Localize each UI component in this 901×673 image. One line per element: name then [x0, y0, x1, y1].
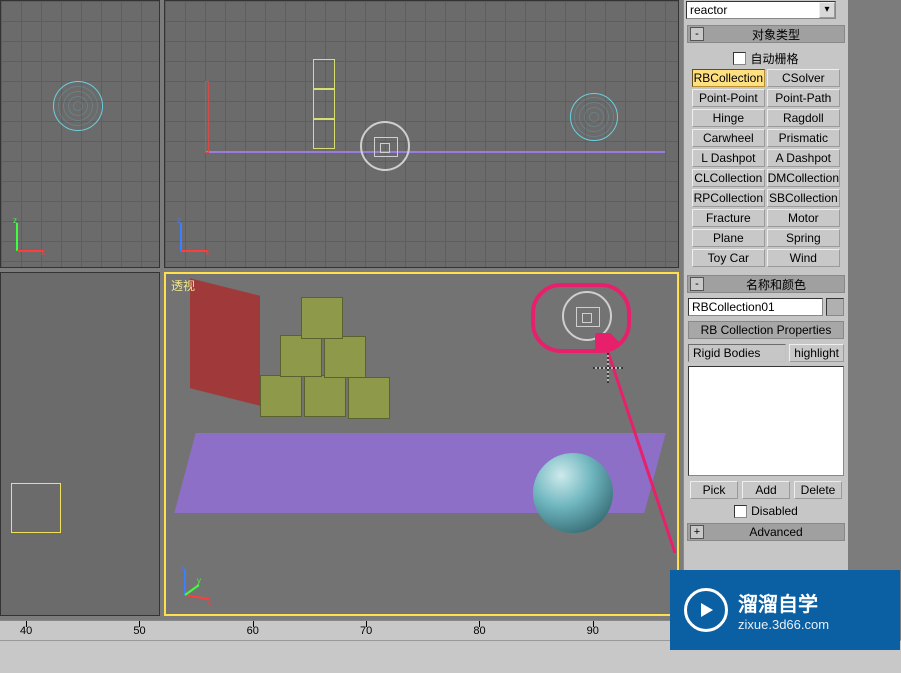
svg-text:y: y: [197, 576, 201, 585]
rollout-title: 对象类型: [708, 26, 844, 43]
object-type-button[interactable]: Spring: [767, 229, 840, 247]
svg-text:x: x: [205, 248, 209, 257]
object-type-button[interactable]: Fracture: [692, 209, 765, 227]
disabled-label: Disabled: [751, 504, 798, 518]
minus-icon: -: [690, 277, 704, 291]
svg-text:x: x: [41, 248, 45, 257]
svg-text:z: z: [13, 217, 17, 225]
object-type-button[interactable]: Point-Path: [767, 89, 840, 107]
object-type-button[interactable]: CSolver: [767, 69, 840, 87]
object-type-button[interactable]: Toy Car: [692, 249, 765, 267]
ruler-tick: 90: [587, 625, 599, 637]
watermark-overlay: 溜溜自学 zixue.3d66.com: [670, 570, 900, 650]
wireframe-box: [313, 59, 335, 89]
viewport-top-right[interactable]: z x: [164, 0, 679, 268]
object-type-button[interactable]: RBCollection: [692, 69, 765, 87]
viewport-perspective[interactable]: 透视: [164, 272, 679, 616]
rollout-object-type-body: 自动栅格 RBCollectionCSolverPoint-PointPoint…: [684, 46, 848, 272]
object-type-button[interactable]: Wind: [767, 249, 840, 267]
pick-button[interactable]: Pick: [690, 481, 738, 499]
reactor-helper-icon: [360, 121, 410, 171]
wireframe-selection: [11, 483, 61, 533]
scene-box: [324, 336, 366, 378]
object-type-button[interactable]: Motor: [767, 209, 840, 227]
highlight-button[interactable]: highlight: [789, 344, 844, 362]
ruler-tick: 70: [360, 625, 372, 637]
minus-icon: -: [690, 27, 704, 41]
wireframe-sphere: [53, 81, 103, 131]
object-type-button[interactable]: Plane: [692, 229, 765, 247]
object-type-button[interactable]: Carwheel: [692, 129, 765, 147]
wireframe-box: [313, 89, 335, 119]
object-type-button[interactable]: SBCollection: [767, 189, 840, 207]
scene-box: [348, 377, 390, 419]
helper-category-dropdown[interactable]: reactor ▾: [686, 1, 836, 19]
ruler-tick: 60: [247, 625, 259, 637]
dropdown-value: reactor: [690, 3, 727, 17]
rollout-advanced[interactable]: + Advanced: [687, 523, 845, 541]
object-type-button[interactable]: CLCollection: [692, 169, 765, 187]
scene-box: [260, 375, 302, 417]
command-panel: reactor ▾ - 对象类型 自动栅格 RBCollectionCSolve…: [683, 0, 848, 616]
rigid-bodies-label: Rigid Bodies: [688, 344, 786, 362]
object-type-button[interactable]: DMCollection: [767, 169, 840, 187]
ruler-tick: 50: [133, 625, 145, 637]
wireframe-wall: [205, 81, 209, 153]
object-type-button[interactable]: Prismatic: [767, 129, 840, 147]
scene-box: [301, 297, 343, 339]
object-type-button[interactable]: A Dashpot: [767, 149, 840, 167]
scene-box: [304, 375, 346, 417]
ruler-tick: 40: [20, 625, 32, 637]
rollout-object-type[interactable]: - 对象类型: [687, 25, 845, 43]
cursor-precision: [593, 353, 623, 383]
delete-button[interactable]: Delete: [794, 481, 842, 499]
object-type-button[interactable]: RPCollection: [692, 189, 765, 207]
wireframe-box: [313, 119, 335, 149]
object-type-button[interactable]: Ragdoll: [767, 109, 840, 127]
svg-text:z: z: [177, 217, 181, 225]
rigid-bodies-listbox[interactable]: [688, 366, 844, 476]
svg-text:z: z: [181, 565, 185, 571]
object-type-button[interactable]: Hinge: [692, 109, 765, 127]
rb-properties-bar[interactable]: RB Collection Properties: [688, 321, 844, 339]
rollout-title: 名称和颜色: [708, 276, 844, 293]
color-swatch[interactable]: [826, 298, 844, 316]
rollout-name-color[interactable]: - 名称和颜色: [687, 275, 845, 293]
watermark-title: 溜溜自学: [738, 588, 829, 617]
object-name-input[interactable]: RBCollection01: [688, 298, 823, 316]
wireframe-plane: [205, 151, 665, 153]
play-icon: [684, 588, 728, 632]
axis-gizmo: z x: [175, 217, 215, 257]
rollout-title: Advanced: [708, 525, 844, 539]
scene-box: [280, 335, 322, 377]
object-type-button[interactable]: L Dashpot: [692, 149, 765, 167]
watermark-url: zixue.3d66.com: [738, 617, 829, 632]
viewport-label: 透视: [171, 277, 195, 294]
viewport-bottom-left[interactable]: [0, 272, 160, 616]
disabled-checkbox[interactable]: [734, 505, 747, 518]
add-button[interactable]: Add: [742, 481, 790, 499]
scene-wall: [190, 278, 260, 405]
viewport-area: z x z x 透视: [0, 0, 679, 618]
object-type-grid: RBCollectionCSolverPoint-PointPoint-Path…: [688, 67, 844, 269]
viewport-top-left[interactable]: z x: [0, 0, 160, 268]
object-type-button[interactable]: Point-Point: [692, 89, 765, 107]
axis-gizmo: z x y: [175, 565, 215, 605]
auto-grid-checkbox[interactable]: [733, 52, 746, 65]
axis-gizmo: z x: [11, 217, 51, 257]
chevron-down-icon: ▾: [819, 2, 835, 18]
wireframe-sphere: [570, 93, 618, 141]
ruler-tick: 80: [473, 625, 485, 637]
svg-text:x: x: [207, 598, 211, 605]
auto-grid-label: 自动栅格: [750, 50, 798, 67]
